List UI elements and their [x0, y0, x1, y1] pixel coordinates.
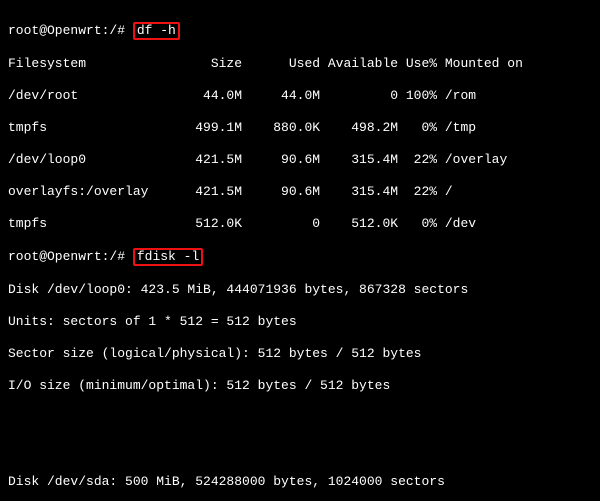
blank-line: [8, 410, 592, 426]
df-row: overlayfs:/overlay 421.5M 90.6M 315.4M 2…: [8, 184, 592, 200]
prompt: root@Openwrt:/#: [8, 249, 125, 264]
command-df: df -h: [133, 22, 180, 40]
prompt: root@Openwrt:/#: [8, 23, 125, 38]
df-row: tmpfs 512.0K 0 512.0K 0% /dev: [8, 216, 592, 232]
df-row: /dev/root 44.0M 44.0M 0 100% /rom: [8, 88, 592, 104]
fdisk-line: Disk /dev/sda: 500 MiB, 524288000 bytes,…: [8, 474, 592, 490]
prompt-line-2: root@Openwrt:/# fdisk -l: [8, 248, 592, 266]
command-fdisk: fdisk -l: [133, 248, 203, 266]
df-header: Filesystem Size Used Available Use% Moun…: [8, 56, 592, 72]
fdisk-line: I/O size (minimum/optimal): 512 bytes / …: [8, 378, 592, 394]
df-row: /dev/loop0 421.5M 90.6M 315.4M 22% /over…: [8, 152, 592, 168]
prompt-line-1: root@Openwrt:/# df -h: [8, 22, 592, 40]
fdisk-line: Sector size (logical/physical): 512 byte…: [8, 346, 592, 362]
blank-line: [8, 442, 592, 458]
fdisk-line: Units: sectors of 1 * 512 = 512 bytes: [8, 314, 592, 330]
df-row: tmpfs 499.1M 880.0K 498.2M 0% /tmp: [8, 120, 592, 136]
terminal[interactable]: root@Openwrt:/# df -h Filesystem Size Us…: [0, 0, 600, 501]
fdisk-line: Disk /dev/loop0: 423.5 MiB, 444071936 by…: [8, 282, 592, 298]
